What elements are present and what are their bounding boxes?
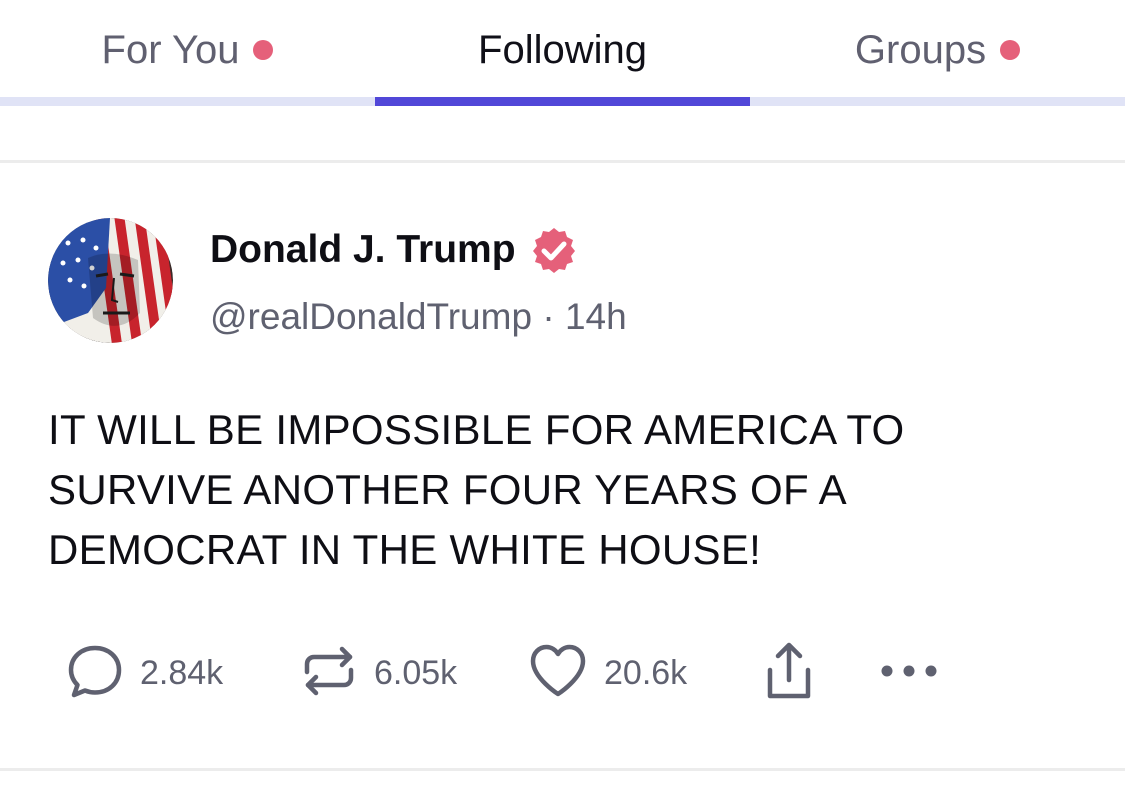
verified-badge-icon bbox=[530, 226, 578, 274]
post-body-line: DEMOCRAT IN THE WHITE HOUSE! bbox=[48, 526, 762, 573]
tab-label: Groups bbox=[854, 28, 987, 72]
divider bbox=[0, 768, 1125, 771]
share-icon bbox=[760, 640, 818, 707]
active-tab-indicator bbox=[375, 97, 750, 106]
post-body-line: IT WILL BE IMPOSSIBLE FOR AMERICA TO bbox=[48, 406, 905, 453]
feed-tabs: For You Following Groups bbox=[0, 0, 1125, 106]
reply-button[interactable]: 2.84k bbox=[66, 640, 223, 706]
share-button[interactable] bbox=[760, 640, 818, 706]
author-handle[interactable]: @realDonaldTrump bbox=[210, 296, 532, 337]
notification-dot-icon bbox=[253, 40, 274, 60]
retruth-button[interactable]: 6.05k bbox=[300, 640, 457, 706]
tab-label: For You bbox=[101, 28, 240, 72]
more-icon bbox=[878, 661, 940, 686]
author-name[interactable]: Donald J. Trump bbox=[210, 226, 578, 274]
post-meta: @realDonaldTrump · 14h bbox=[210, 296, 627, 338]
notification-dot-icon bbox=[1000, 40, 1021, 60]
tab-following[interactable]: Following bbox=[375, 0, 750, 100]
tab-groups[interactable]: Groups bbox=[750, 0, 1125, 100]
retruth-icon bbox=[300, 642, 358, 705]
meta-separator: · bbox=[542, 296, 555, 337]
post-body: IT WILL BE IMPOSSIBLE FOR AMERICA TO SUR… bbox=[48, 400, 1088, 580]
retruth-count: 6.05k bbox=[374, 653, 458, 692]
more-button[interactable] bbox=[878, 640, 940, 706]
author-avatar[interactable] bbox=[48, 218, 173, 343]
reply-count: 2.84k bbox=[140, 653, 224, 692]
post-actions: 2.84k 6.05k 20.6k bbox=[0, 640, 1125, 706]
post-body-line: SURVIVE ANOTHER FOUR YEARS OF A bbox=[48, 466, 847, 513]
avatar-image bbox=[48, 218, 173, 343]
tab-for-you[interactable]: For You bbox=[0, 0, 375, 100]
reply-icon bbox=[66, 642, 124, 705]
author-name-text: Donald J. Trump bbox=[210, 228, 516, 271]
tab-label: Following bbox=[478, 28, 647, 72]
like-button[interactable]: 20.6k bbox=[528, 640, 687, 706]
like-count: 20.6k bbox=[604, 653, 688, 692]
divider bbox=[0, 160, 1125, 163]
post-time[interactable]: 14h bbox=[565, 296, 627, 337]
heart-icon bbox=[528, 642, 588, 705]
